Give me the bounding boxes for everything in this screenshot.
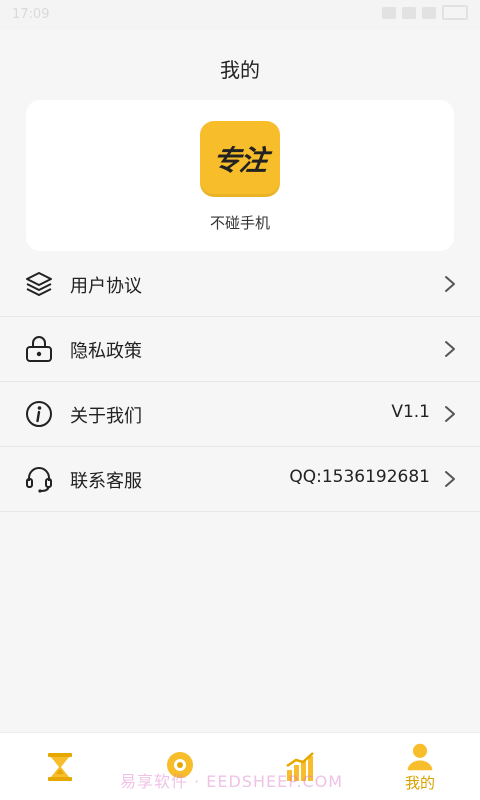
menu-item-user-agreement[interactable]: 用户协议 bbox=[0, 252, 480, 317]
chevron-right-icon bbox=[445, 471, 455, 487]
tab-timer[interactable] bbox=[0, 733, 120, 800]
status-time: 17:09 bbox=[12, 7, 50, 22]
watermark: 易享软件 · EEDSHEEP.COM bbox=[120, 772, 344, 791]
app-logo-text: 专注 bbox=[210, 144, 270, 177]
app-name: 不碰手机 bbox=[209, 214, 270, 232]
qq-value: QQ:1536192681 bbox=[289, 467, 430, 487]
menu-item-privacy-policy[interactable]: 隐私政策 bbox=[0, 317, 480, 382]
menu-item-contact-support[interactable]: 联系客服 QQ:1536192681 bbox=[0, 447, 480, 512]
user-icon bbox=[407, 743, 433, 770]
status-icons bbox=[382, 5, 468, 20]
tab-label-mine: 我的 bbox=[404, 773, 435, 792]
layers-icon bbox=[26, 272, 52, 296]
menu-list: 用户协议 隐私政策 关于我们 V1.1 联系客服 QQ:1536192681 bbox=[0, 252, 480, 512]
profile-card: 专注 不碰手机 bbox=[26, 100, 454, 251]
chevron-right-icon bbox=[445, 276, 455, 292]
menu-item-about-us[interactable]: 关于我们 V1.1 bbox=[0, 382, 480, 447]
menu-item-label: 关于我们 bbox=[70, 406, 142, 427]
battery-icon bbox=[442, 5, 468, 20]
menu-item-label: 用户协议 bbox=[70, 276, 142, 297]
page-title: 我的 bbox=[220, 58, 260, 82]
wifi-icon bbox=[402, 6, 416, 19]
menu-item-label: 隐私政策 bbox=[70, 341, 142, 362]
lock-icon bbox=[26, 336, 52, 362]
headset-icon bbox=[26, 467, 52, 493]
screen: 17:09 我的 专注 不碰手机 用户协议 隐私政策 关于我们 V1.1 联系客… bbox=[0, 0, 480, 800]
chevron-right-icon bbox=[445, 341, 455, 357]
version-value: V1.1 bbox=[391, 402, 430, 422]
info-icon bbox=[26, 401, 52, 427]
signal-icon bbox=[382, 6, 396, 19]
hourglass-icon bbox=[48, 753, 72, 781]
menu-item-label: 联系客服 bbox=[70, 471, 142, 492]
app-logo: 专注 bbox=[200, 121, 280, 197]
chevron-right-icon bbox=[445, 406, 455, 422]
network-icon bbox=[422, 6, 436, 19]
status-bar: 17:09 bbox=[0, 0, 480, 30]
